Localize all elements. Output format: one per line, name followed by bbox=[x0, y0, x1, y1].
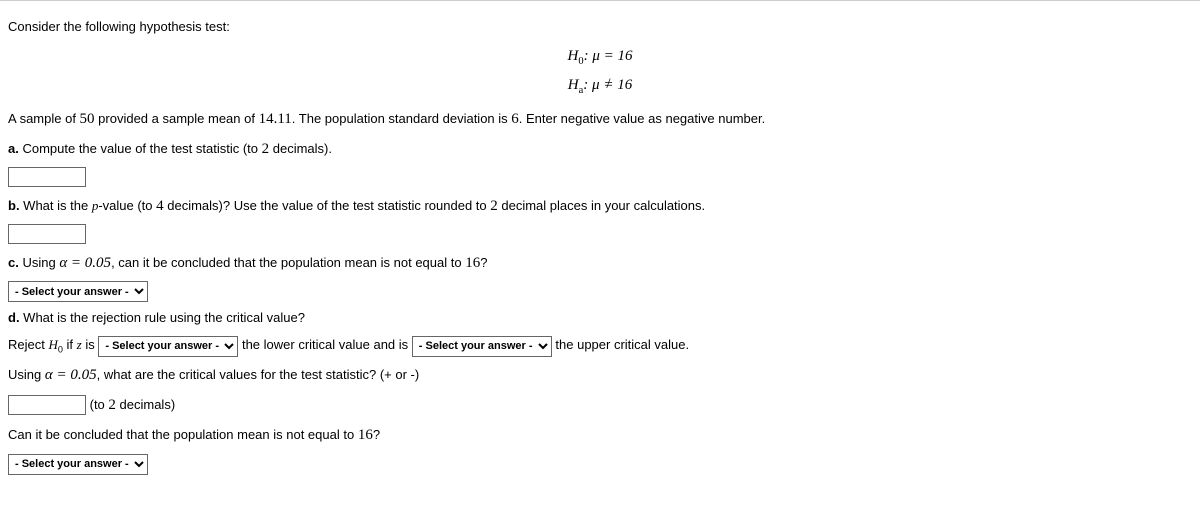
d-label: d. bbox=[8, 310, 20, 325]
h0-rest: : μ = 16 bbox=[584, 48, 633, 64]
part-c: c. Using α = 0.05, can it be concluded t… bbox=[8, 251, 1192, 275]
critical-value-input-row: (to 2 decimals) bbox=[8, 393, 1192, 417]
b-label: b. bbox=[8, 198, 20, 213]
d-end: the upper critical value. bbox=[555, 337, 689, 352]
part-a-input-row bbox=[8, 167, 1192, 188]
d-is: is bbox=[82, 337, 99, 352]
b-mid: -value (to bbox=[98, 198, 156, 213]
ha-post: 16 bbox=[613, 77, 632, 93]
critical-values-prompt: Using α = 0.05, what are the critical va… bbox=[8, 363, 1192, 387]
a-text-post: decimals). bbox=[269, 141, 332, 156]
lower-compare-select[interactable]: - Select your answer - bbox=[98, 336, 238, 357]
b-dec: 4 bbox=[156, 198, 164, 214]
part-d: d. What is the rejection rule using the … bbox=[8, 308, 1192, 329]
ha-line: Ha: μ = 16 bbox=[8, 73, 1192, 100]
sample-pre: A sample of bbox=[8, 111, 80, 126]
final-num: 16 bbox=[358, 427, 373, 443]
ha-pre: : μ bbox=[583, 77, 603, 93]
p-value-input[interactable] bbox=[8, 224, 86, 244]
d-mid: the lower critical value and is bbox=[242, 337, 412, 352]
final-select-row: - Select your answer - bbox=[8, 453, 1192, 475]
question-container: Consider the following hypothesis test: … bbox=[0, 0, 1200, 491]
c-label: c. bbox=[8, 255, 19, 270]
sample-info: A sample of 50 provided a sample mean of… bbox=[8, 107, 1192, 131]
ha-h: H bbox=[568, 77, 579, 93]
part-c-select-row: - Select your answer - bbox=[8, 281, 1192, 303]
d-text: What is the rejection rule using the cri… bbox=[20, 310, 305, 325]
b-pre: What is the bbox=[20, 198, 92, 213]
c-post: ? bbox=[480, 255, 487, 270]
d-if: if bbox=[63, 337, 77, 352]
conclusion-select-c[interactable]: - Select your answer - bbox=[8, 281, 148, 302]
part-b-input-row bbox=[8, 224, 1192, 245]
final-conclusion-prompt: Can it be concluded that the population … bbox=[8, 423, 1192, 447]
test-statistic-input[interactable] bbox=[8, 167, 86, 187]
a-text-pre: Compute the value of the test statistic … bbox=[19, 141, 262, 156]
crit-alpha: α = 0.05 bbox=[45, 367, 97, 383]
c-pre: Using bbox=[19, 255, 59, 270]
c-alpha: α = 0.05 bbox=[59, 255, 111, 271]
upper-compare-select[interactable]: - Select your answer - bbox=[412, 336, 552, 357]
h0-line: H0: μ = 16 bbox=[8, 44, 1192, 71]
a-label: a. bbox=[8, 141, 19, 156]
neq-symbol: = bbox=[603, 73, 613, 97]
critical-value-input[interactable] bbox=[8, 395, 86, 415]
sample-sigma: 6 bbox=[511, 111, 519, 127]
crit-dec: 2 bbox=[108, 397, 116, 413]
sample-mid1: provided a sample mean of bbox=[95, 111, 259, 126]
b-dec2: 2 bbox=[490, 198, 498, 214]
c-num: 16 bbox=[465, 255, 480, 271]
c-mid: , can it be concluded that the populatio… bbox=[111, 255, 465, 270]
intro-text: Consider the following hypothesis test: bbox=[8, 17, 1192, 38]
crit-dec-post: decimals) bbox=[116, 397, 175, 412]
b-post: decimal places in your calculations. bbox=[498, 198, 705, 213]
sample-mean: 14.11 bbox=[259, 111, 292, 127]
hypotheses-block: H0: μ = 16 Ha: μ = 16 bbox=[8, 44, 1192, 100]
b-mid2: decimals)? Use the value of the test sta… bbox=[164, 198, 491, 213]
sample-end: . Enter negative value as negative numbe… bbox=[519, 111, 765, 126]
h0-h: H bbox=[568, 48, 579, 64]
part-b: b. What is the p-value (to 4 decimals)? … bbox=[8, 194, 1192, 218]
crit-pre: Using bbox=[8, 367, 45, 382]
crit-mid: , what are the critical values for the t… bbox=[97, 367, 420, 382]
d-h0-h: H bbox=[48, 337, 57, 352]
rejection-rule-row: Reject H0 if z is - Select your answer -… bbox=[8, 335, 1192, 357]
reject-pre: Reject bbox=[8, 337, 48, 352]
conclusion-select-final[interactable]: - Select your answer - bbox=[8, 454, 148, 475]
crit-dec-pre: (to bbox=[86, 397, 108, 412]
final-pre: Can it be concluded that the population … bbox=[8, 427, 358, 442]
final-post: ? bbox=[373, 427, 380, 442]
part-a: a. Compute the value of the test statist… bbox=[8, 137, 1192, 161]
sample-n: 50 bbox=[80, 111, 95, 127]
sample-mid2: . The population standard deviation is bbox=[292, 111, 511, 126]
